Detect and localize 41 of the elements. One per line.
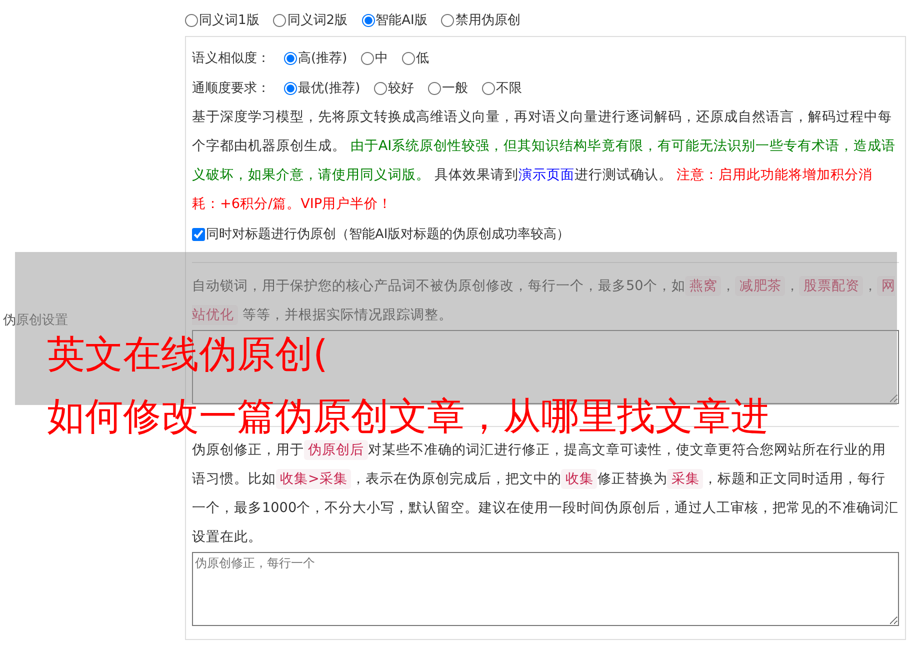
overlay-title: 如何修改一篇伪原创文章，从哪里找文章进 bbox=[47, 395, 769, 437]
radio-label: 最优(推荐) bbox=[298, 80, 360, 97]
checkbox[interactable] bbox=[192, 228, 205, 240]
radio-button[interactable] bbox=[428, 82, 442, 94]
radio-label: 高(推荐) bbox=[298, 50, 348, 67]
code-tag: 燕窝 bbox=[685, 276, 722, 296]
field-label: 语义相似度： bbox=[192, 50, 270, 67]
radio-button[interactable] bbox=[441, 14, 454, 26]
radio-button[interactable] bbox=[374, 82, 388, 94]
radio-label: 中 bbox=[375, 50, 388, 67]
description-text: 基于深度学习模型，先将原文转换成高维语义向量，再对语义向量进行逐词解码，还原成自然语言，解码过程中每个字都由机器原创生成。 由于AI系统原创性较强，但其知识结构毕竟有限，有可能无法识别一些专有术语，造成语义破坏，如果介意，请使用同义词版。 具体效果请到演示页面进行测试确认。 注意：启用此功能将增加积分消耗：+6积分/篇。VIP用户半价！ bbox=[192, 108, 897, 214]
radio-label: 同义词1版 bbox=[199, 12, 260, 29]
radio-button[interactable] bbox=[284, 82, 297, 94]
radio-label: 禁用伪原创 bbox=[455, 12, 520, 29]
code-tag: 伪原创后 bbox=[304, 440, 368, 460]
code-tag: 收集 bbox=[561, 469, 598, 489]
field-label: 伪原创设置 bbox=[2, 312, 69, 329]
radio-button[interactable] bbox=[362, 14, 375, 26]
radio-label: 低 bbox=[416, 50, 430, 67]
radio-button[interactable] bbox=[185, 14, 198, 26]
code-tag: 收集>采集 bbox=[276, 469, 352, 489]
radio-label: 同义词2版 bbox=[287, 12, 348, 29]
description-text: 伪原创修正，用于 伪原创后 对某些不准确的词汇进行修正，提高文章可读性，使文章更符合您网站所在行业的用语习惯。比如 收集>采集 ，表示在伪原创完成后，把文中的 收集 修正替换为 采集 ，标题和正文同时适用，每行一个，最多1000个，不分大小写，默认留空。建议在使用一段时间伪原创后，通过人工审核，把常见的不准确词汇设置在此。 bbox=[192, 439, 899, 547]
radio-button[interactable] bbox=[482, 82, 496, 94]
demo-link[interactable]: 演示页面 bbox=[518, 167, 574, 183]
radio-button[interactable] bbox=[402, 52, 416, 64]
radio-button[interactable] bbox=[361, 52, 374, 64]
radio-button[interactable] bbox=[273, 14, 286, 26]
input-field[interactable]: 伪原创修正，每行一个 bbox=[192, 552, 899, 626]
radio-label: 较好 bbox=[388, 80, 414, 97]
overlay-title: 英文在线伪原创( bbox=[47, 333, 328, 375]
code-tag: 股票配资 bbox=[799, 276, 864, 296]
radio-label: 不限 bbox=[496, 80, 522, 97]
radio-button[interactable] bbox=[284, 52, 297, 64]
field-label: 通顺度要求： bbox=[192, 80, 270, 97]
description-text: 自动锁词，用于保护您的核心产品词不被伪原创修改，每行一个，最多50个，如 燕窝 ， 减肥茶 ， 股票配资 ， 网站优化 等等，并根据实际情况跟踪调整。 bbox=[192, 275, 896, 327]
radio-label: 智能AI版 bbox=[376, 12, 428, 29]
code-tag: 采集 bbox=[667, 469, 704, 489]
checkbox-label: 同时对标题进行伪原创（智能AI版对标题的伪原创成功率较高） bbox=[206, 226, 570, 243]
radio-label: 一般 bbox=[442, 80, 468, 97]
code-tag: 减肥茶 bbox=[735, 276, 786, 296]
